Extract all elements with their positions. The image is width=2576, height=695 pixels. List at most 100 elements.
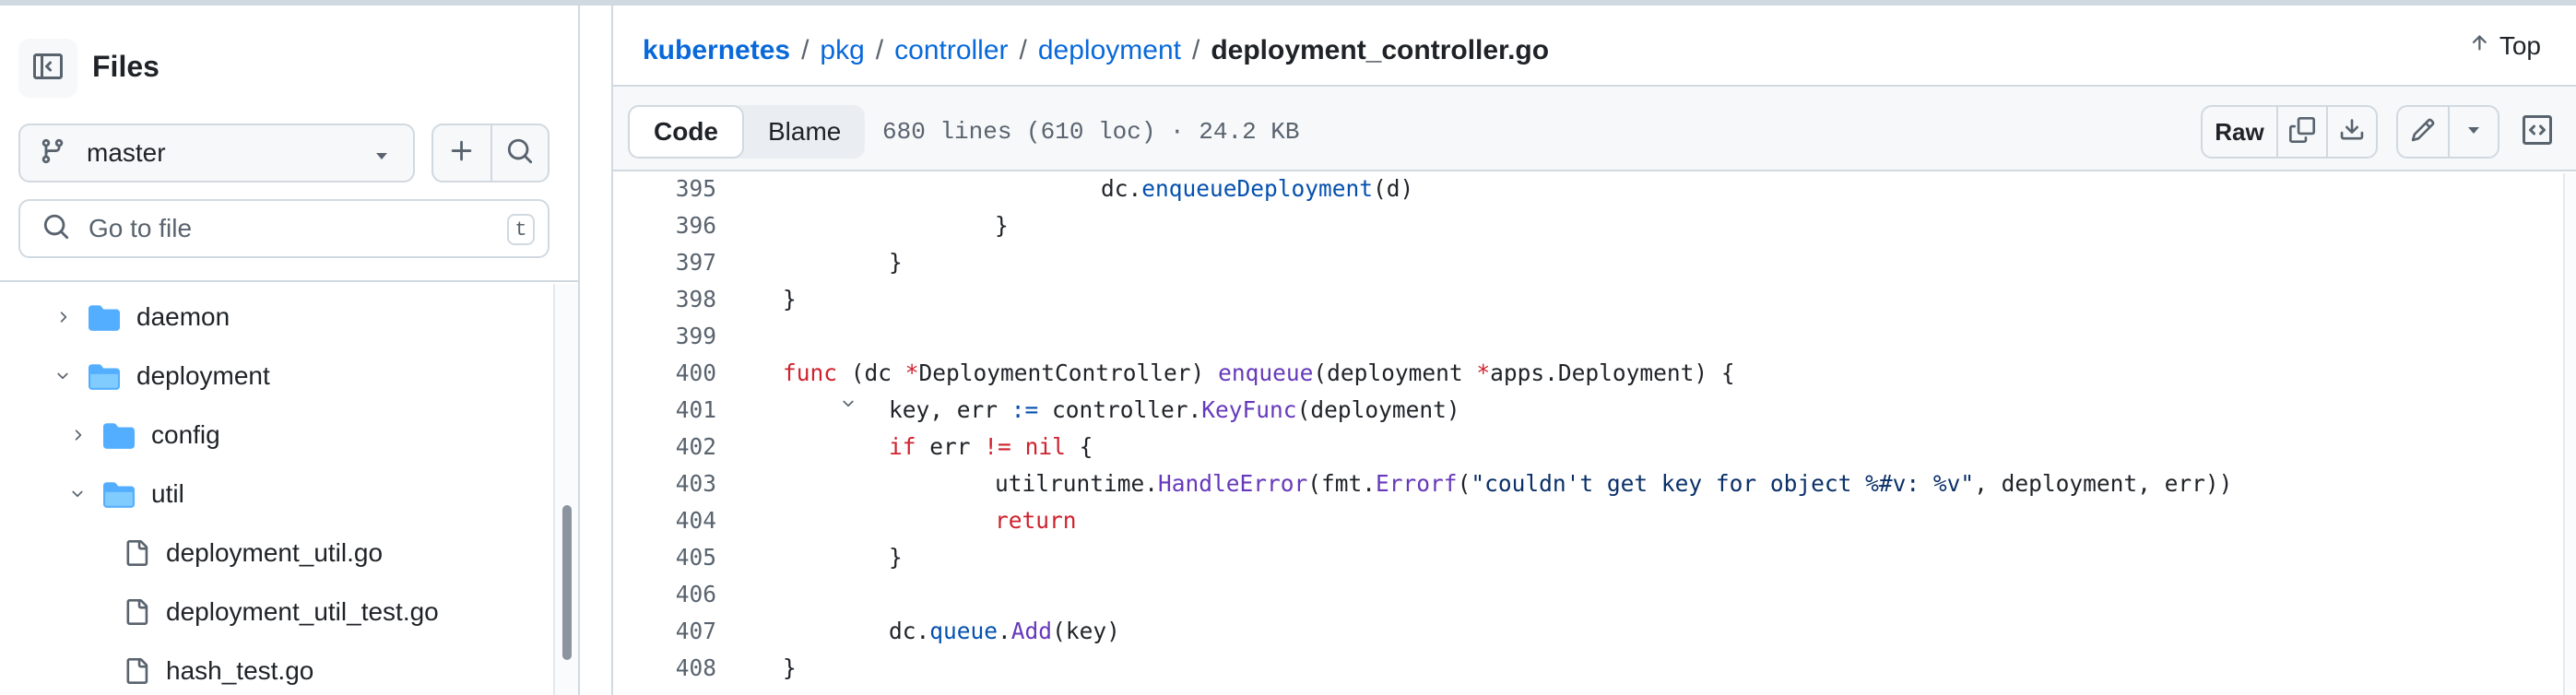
- search-code-button[interactable]: [490, 125, 548, 181]
- code-text: }: [783, 285, 797, 312]
- code-text: dc.enqueueDeployment(d): [1101, 174, 1414, 202]
- code-text: dc.queue.Add(key): [889, 617, 1120, 644]
- pencil-icon: [2410, 117, 2436, 147]
- folder-icon: [103, 421, 135, 449]
- code-area[interactable]: 395 dc.enqueueDeployment(d) 396 } 397 } …: [613, 173, 2576, 695]
- code-line: 395 dc.enqueueDeployment(d): [613, 173, 2558, 206]
- line-number[interactable]: 404: [613, 507, 716, 534]
- caret-down-icon: [374, 149, 389, 166]
- tree-item-util[interactable]: util: [66, 465, 184, 524]
- tree-item-deployment[interactable]: deployment: [52, 347, 270, 406]
- go-to-file-input[interactable]: Go to file t: [18, 199, 549, 258]
- tree-item-label: util: [151, 479, 184, 508]
- tab-blame[interactable]: Blame: [744, 105, 865, 159]
- code-line: 408 }: [613, 649, 2558, 686]
- code-line: 401 key, err := controller.KeyFunc(deplo…: [613, 391, 2558, 428]
- code-line: 397 }: [613, 243, 2558, 280]
- back-to-top-button[interactable]: Top: [2468, 31, 2541, 61]
- breadcrumb-link-pkg[interactable]: pkg: [820, 35, 864, 66]
- tree-item-label: config: [151, 420, 220, 449]
- view-mode-toggle: Code Blame: [628, 105, 866, 159]
- code-text: }: [783, 654, 797, 681]
- chevron-right-icon: [52, 309, 74, 325]
- caret-down-icon: [2466, 124, 2481, 140]
- sidebar-header: Files master Go to file t: [0, 6, 578, 282]
- tree-item-file[interactable]: deployment_util_test.go: [124, 583, 439, 642]
- folder-open-icon: [89, 362, 120, 390]
- code-view: kubernetes / pkg / controller / deployme…: [611, 6, 2576, 695]
- tree-item-label: daemon: [136, 302, 230, 331]
- breadcrumb-separator: /: [801, 35, 809, 65]
- line-number[interactable]: 406: [613, 581, 716, 607]
- breadcrumb-separator: /: [1019, 35, 1027, 65]
- line-number[interactable]: 407: [613, 618, 716, 644]
- line-number[interactable]: 395: [613, 175, 716, 202]
- code-text: func (dc *DeploymentController) enqueue(…: [783, 359, 1735, 386]
- copy-raw-button[interactable]: [2276, 107, 2326, 157]
- folder-icon: [89, 303, 120, 331]
- line-number[interactable]: 397: [613, 249, 716, 276]
- tree-item-file[interactable]: deployment_util.go: [124, 524, 383, 583]
- code-text: }: [889, 248, 903, 276]
- breadcrumb: kubernetes / pkg / controller / deployme…: [643, 28, 1549, 74]
- folder-open-icon: [103, 480, 135, 508]
- line-number[interactable]: 401: [613, 396, 716, 423]
- code-square-icon: [2523, 114, 2552, 149]
- line-number[interactable]: 396: [613, 212, 716, 239]
- line-number[interactable]: 405: [613, 544, 716, 571]
- code-text: }: [889, 543, 903, 571]
- line-number[interactable]: 403: [613, 470, 716, 497]
- add-file-button[interactable]: [433, 125, 490, 181]
- tree-item-label: deployment_util_test.go: [166, 597, 439, 626]
- breadcrumb-link-deployment[interactable]: deployment: [1038, 35, 1181, 66]
- sidebar-collapse-icon: [33, 52, 63, 86]
- line-number[interactable]: 400: [613, 359, 716, 386]
- chevron-down-icon: [52, 368, 74, 384]
- code-line: 409: [613, 686, 2558, 695]
- tree-item-config[interactable]: config: [66, 406, 220, 465]
- breadcrumb-repo-link[interactable]: kubernetes: [643, 35, 790, 66]
- raw-actions: Raw: [2201, 105, 2378, 159]
- line-number[interactable]: 409: [613, 691, 716, 695]
- file-info: 680 lines (610 loc) · 24.2 KB: [882, 118, 1300, 146]
- chevron-right-icon: [66, 427, 89, 443]
- breadcrumb-link-controller[interactable]: controller: [894, 35, 1008, 66]
- keyboard-shortcut-hint: t: [507, 214, 535, 245]
- download-raw-button[interactable]: [2326, 107, 2376, 157]
- go-to-file-placeholder: Go to file: [89, 214, 193, 242]
- tree-item-label: hash_test.go: [166, 656, 314, 685]
- file-tree-sidebar: Files master Go to file t daemon deploym…: [0, 6, 580, 695]
- code-text: key, err := controller.KeyFunc(deploymen…: [889, 395, 1460, 423]
- symbols-panel-button[interactable]: [2511, 105, 2564, 159]
- edit-file-button[interactable]: [2398, 107, 2448, 157]
- tab-code[interactable]: Code: [628, 105, 744, 159]
- collapse-sidebar-button[interactable]: [18, 39, 77, 98]
- code-text: if err != nil {: [889, 432, 1093, 460]
- edit-options-button[interactable]: [2448, 107, 2498, 157]
- code-line: 405 }: [613, 538, 2558, 575]
- raw-button[interactable]: Raw: [2203, 107, 2276, 157]
- tree-item-daemon[interactable]: daemon: [52, 288, 230, 347]
- tree-item-label: deployment: [136, 361, 270, 390]
- line-number[interactable]: 398: [613, 286, 716, 312]
- code-line: 400 func (dc *DeploymentController) enqu…: [613, 354, 2558, 407]
- tree-item-label: deployment_util.go: [166, 538, 384, 567]
- file-icon: [124, 657, 149, 685]
- edit-actions: [2396, 105, 2499, 159]
- sidebar-title: Files: [92, 50, 160, 83]
- code-scrollbar[interactable]: [2563, 173, 2576, 695]
- code-line: 407 dc.queue.Add(key): [613, 612, 2558, 649]
- breadcrumb-separator: /: [875, 35, 884, 65]
- code-line: 403 utilruntime.HandleError(fmt.Errorf("…: [613, 465, 2558, 501]
- search-icon: [42, 213, 70, 245]
- sidebar-scrollbar[interactable]: [553, 284, 578, 695]
- code-line: 404 return: [613, 501, 2558, 538]
- code-text: }: [995, 211, 1009, 239]
- file-icon: [124, 598, 149, 626]
- tree-item-file[interactable]: hash_test.go: [124, 642, 313, 695]
- line-number[interactable]: 402: [613, 433, 716, 460]
- line-number[interactable]: 408: [613, 654, 716, 681]
- line-number[interactable]: 399: [613, 323, 716, 349]
- branch-selector[interactable]: master: [18, 124, 415, 183]
- sidebar-scrollbar-thumb[interactable]: [562, 505, 572, 660]
